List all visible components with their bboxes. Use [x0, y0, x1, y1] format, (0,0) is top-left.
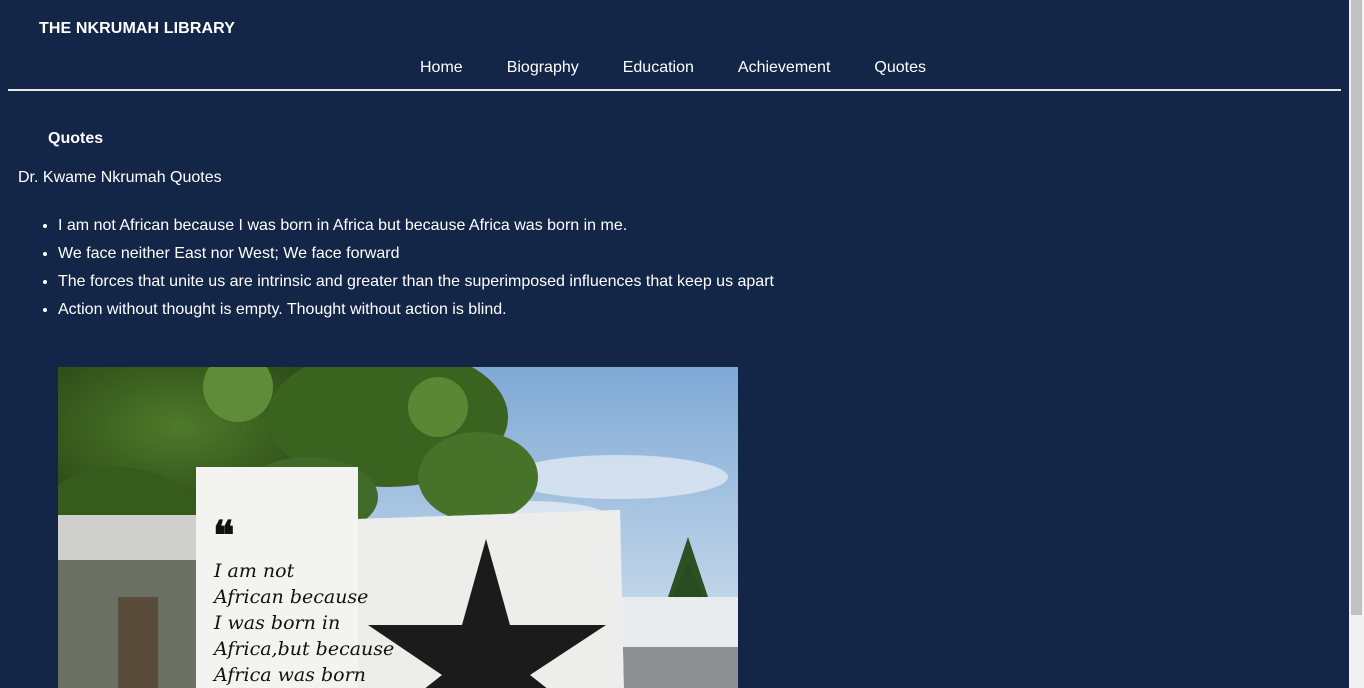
list-item: We face neither East nor West; We face f… [58, 240, 774, 268]
site-brand[interactable]: THE NKRUMAH LIBRARY [39, 20, 235, 38]
quote-line: I am not [213, 560, 295, 582]
page-subtitle: Dr. Kwame Nkrumah Quotes [18, 169, 222, 186]
quote-line: Africa was born [212, 664, 366, 686]
nav-item-home[interactable]: Home [398, 59, 485, 77]
nav-item-quotes[interactable]: Quotes [852, 59, 948, 77]
quote-line: I was born in [213, 612, 340, 634]
header-divider [8, 89, 1341, 91]
page: THE NKRUMAH LIBRARY Home Biography Educa… [0, 0, 1349, 688]
monument-photo: ❝ I am not African because I was born in… [58, 367, 738, 688]
list-item: Action without thought is empty. Thought… [58, 296, 774, 324]
nav-item-achievement[interactable]: Achievement [716, 59, 853, 77]
section-title: Quotes [48, 130, 104, 147]
scrollbar-thumb[interactable] [1351, 0, 1362, 615]
quote-list: I am not African because I was born in A… [18, 212, 774, 324]
quote-mark: ❝ [213, 512, 235, 559]
vertical-scrollbar[interactable] [1349, 0, 1364, 688]
quote-line: Africa,but because [212, 638, 394, 660]
list-item: The forces that unite us are intrinsic a… [58, 268, 774, 296]
list-item: I am not African because I was born in A… [58, 212, 774, 240]
nav-item-biography[interactable]: Biography [485, 59, 601, 77]
nav-item-education[interactable]: Education [601, 59, 716, 77]
quote-line: African because [212, 586, 368, 608]
